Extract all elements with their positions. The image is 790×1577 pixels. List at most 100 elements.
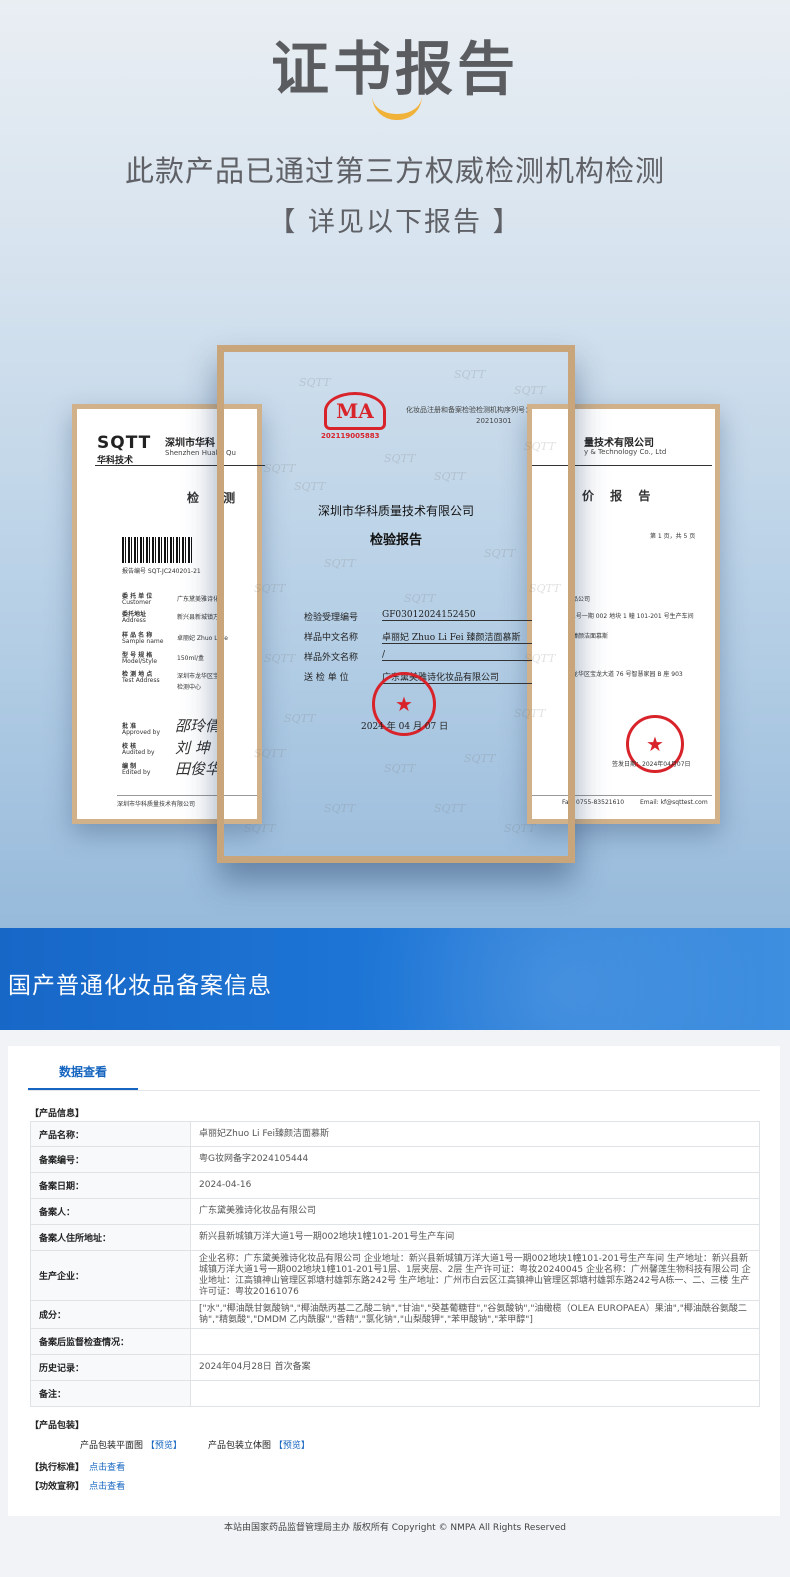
right-line: 臻颜洁面慕斯 <box>572 633 609 640</box>
claim-view-link[interactable]: 点击查看 <box>89 1482 125 1492</box>
row-key: 备注： <box>30 1380 191 1407</box>
sign-label-en: Audited by <box>122 749 155 756</box>
standard-view-link[interactable]: 点击查看 <box>89 1463 125 1473</box>
field-value: 150ml/盒 <box>177 655 204 662</box>
row-key: 备案编号： <box>30 1146 191 1173</box>
row-value: 卓丽妃Zhuo Li Fei臻颜洁面慕斯 <box>190 1121 760 1147</box>
row-value: / <box>382 650 532 661</box>
row-value: 2024年04月28日 首次备案 <box>190 1354 760 1381</box>
watermark: SQTT <box>384 452 416 465</box>
table-row: 备案编号： 粤G妆网备字2024105444 <box>30 1146 760 1173</box>
watermark: SQTT <box>294 480 326 493</box>
watermark: SQTT <box>254 582 286 595</box>
pack-flat-row: 产品包装平面图 【预览】 <box>80 1438 182 1451</box>
watermark: SQTT <box>434 802 466 815</box>
table-row: 产品名称： 卓丽妃Zhuo Li Fei臻颜洁面慕斯 <box>30 1121 760 1147</box>
right-line: 龙华区宝龙大道 76 号智慧家园 B 座 903 <box>572 671 683 678</box>
row-key: 备案后监督检查情况： <box>30 1328 191 1355</box>
row-value: 2024-04-16 <box>190 1172 760 1199</box>
watermark: SQTT <box>529 582 561 595</box>
sign-label-en: Edited by <box>122 769 151 776</box>
row-value: 新兴县新城镇万洋大道1号一期002地块1幢101-201号生产车间 <box>190 1224 760 1251</box>
cma-mark-icon: MA <box>324 392 386 430</box>
row-label: 送 检 单 位 <box>304 673 349 683</box>
preview-flat-link[interactable]: 【预览】 <box>146 1441 182 1451</box>
preview-3d-link[interactable]: 【预览】 <box>274 1441 310 1451</box>
table-row: 备注： <box>30 1380 760 1407</box>
watermark: SQTT <box>254 747 286 760</box>
banner-title: 国产普通化妆品备案信息 <box>8 973 272 999</box>
watermark: SQTT <box>514 707 546 720</box>
watermark: SQTT <box>504 822 536 835</box>
watermark: SQTT <box>324 557 356 570</box>
right-company: 量技术有限公司 <box>584 438 654 449</box>
section-claim: 【功效宣称】 点击查看 <box>30 1479 125 1492</box>
row-key: 备案人住所地址： <box>30 1224 191 1251</box>
section-product: 【产品信息】 <box>30 1109 85 1119</box>
report-row: 样品中文名称 卓丽妃 Zhuo Li Fei 臻颜洁面慕斯 <box>304 630 532 644</box>
watermark: SQTT <box>404 592 436 605</box>
watermark: SQTT <box>384 762 416 775</box>
watermark: SQTT <box>484 547 516 560</box>
pack-3d-label: 产品包装立体图 <box>208 1441 272 1451</box>
center-company: 深圳市华科质量技术有限公司 <box>317 504 474 518</box>
row-key: 生产企业： <box>30 1250 191 1301</box>
watermark: SQTT <box>264 652 296 665</box>
row-value: 粤G妆网备字2024105444 <box>190 1146 760 1173</box>
row-key: 产品名称： <box>30 1121 191 1147</box>
row-label: 样品中文名称 <box>304 633 359 643</box>
watermark: SQTT <box>264 462 296 475</box>
issue-date: 2024 年 04 月 07 日 <box>361 722 449 732</box>
left-company: 深圳市华科 <box>165 438 215 449</box>
row-label: 检验受理编号 <box>304 613 359 623</box>
smile-decoration <box>372 96 422 120</box>
row-value: 广东黛美雅诗化妆品有限公司 <box>190 1198 760 1225</box>
registry-note: 化妆品注册和备案检验检测机构序列号： <box>406 406 532 414</box>
report-row: 送 检 单 位 广东黛美雅诗化妆品有限公司 <box>304 670 532 684</box>
hero-subtitle: 此款产品已通过第三方权威检测机构检测 <box>124 154 665 188</box>
watermark: SQTT <box>454 368 486 381</box>
section-claim-label: 【功效宣称】 <box>30 1482 85 1492</box>
tab-divider <box>28 1090 760 1091</box>
page-number: 第 1 页，共 5 页 <box>650 533 696 540</box>
section-standard: 【执行标准】 点击查看 <box>30 1460 125 1473</box>
registry-number: 20210301 <box>476 417 512 425</box>
barcode-number: 报告编号 SQT-JC240201-21 <box>122 568 201 575</box>
field-value: 深圳市龙华区宝 <box>177 673 220 680</box>
field-label-en: Address <box>122 617 146 624</box>
watermark: SQTT <box>434 470 466 483</box>
field-value: 检测中心 <box>177 684 202 691</box>
table-row: 历史记录： 2024年04月28日 首次备案 <box>30 1354 760 1381</box>
hero-subtitle-note: 【 详见以下报告 】 <box>268 207 522 238</box>
sign-label-en: Approved by <box>122 729 161 736</box>
center-title: 检验报告 <box>369 533 422 548</box>
right-line: 1号一期 002 地块 1 幢 101-201 号生产车间 <box>572 613 694 620</box>
hero-section: 证书报告 此款产品已通过第三方权威检测机构检测 【 详见以下报告 】 SQTT … <box>0 0 790 930</box>
tab-data-view[interactable]: 数据查看 <box>28 1062 138 1090</box>
signature: 田俊华 <box>175 760 221 778</box>
row-key: 成分： <box>30 1300 191 1329</box>
table-row: 备案后监督检查情况： <box>30 1328 760 1355</box>
watermark: SQTT <box>284 712 316 725</box>
watermark: SQTT <box>464 752 496 765</box>
field-value: 广东黛美雅诗化 <box>177 596 220 603</box>
field-label-en: Test Address <box>122 677 160 684</box>
field-value: 新兴县新城镇万 <box>177 614 220 621</box>
section-standard-label: 【执行标准】 <box>30 1463 85 1473</box>
hero-title: 证书报告 <box>270 35 519 103</box>
record-table: 产品名称： 卓丽妃Zhuo Li Fei臻颜洁面慕斯 备案编号： 粤G妆网备字202… <box>30 1121 760 1407</box>
certificate-center: SQTT SQTT SQTT SQTT SQTT SQTT SQTT SQTT … <box>217 345 575 863</box>
signature: 邵玲倩 <box>175 717 221 735</box>
right-company-en: y & Technology Co., Ltd <box>584 448 667 456</box>
row-value: ["水","椰油酰甘氨酸钠","椰油酰丙基二乙酸二钠","甘油","癸基葡糖苷"… <box>190 1300 760 1329</box>
watermark: SQTT <box>524 440 556 453</box>
record-banner: 国产普通化妆品备案信息 <box>0 928 790 1030</box>
cma-text: MA <box>336 399 374 423</box>
row-value: 卓丽妃 Zhuo Li Fei 臻颜洁面慕斯 <box>382 630 532 644</box>
report-row: 样品外文名称 / <box>304 650 532 663</box>
cma-number: 202119005883 <box>321 432 380 440</box>
pack-3d-row: 产品包装立体图 【预览】 <box>208 1438 310 1451</box>
table-row: 成分： ["水","椰油酰甘氨酸钠","椰油酰丙基二乙酸二钠","甘油","癸基葡… <box>30 1300 760 1329</box>
row-value: GF03012024152450 <box>382 610 532 621</box>
barcode <box>122 537 194 563</box>
